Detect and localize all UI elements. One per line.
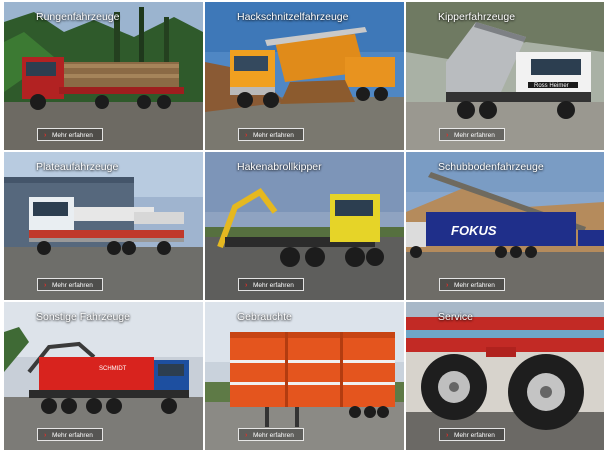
mehr-erfahren-button[interactable]: › Mehr erfahren bbox=[439, 278, 505, 291]
button-label: Mehr erfahren bbox=[253, 282, 294, 289]
body-lettering: SCHMIDT bbox=[99, 366, 127, 372]
mehr-erfahren-button[interactable]: › Mehr erfahren bbox=[238, 278, 304, 291]
chevron-right-icon: › bbox=[245, 282, 248, 289]
button-label: Mehr erfahren bbox=[454, 282, 495, 289]
button-label: Mehr erfahren bbox=[454, 432, 495, 439]
schubbodenfahrzeuge-photo: FOKUS bbox=[406, 152, 604, 300]
tile-schubbodenfahrzeuge[interactable]: FOKUS Schubbodenfahrzeuge › Mehr erfahren bbox=[406, 152, 604, 300]
button-label: Mehr erfahren bbox=[454, 132, 495, 139]
tile-title: Hakenabrollkipper bbox=[237, 161, 322, 173]
tile-title: Schubbodenfahrzeuge bbox=[438, 161, 544, 173]
tile-service[interactable]: Service › Mehr erfahren bbox=[406, 302, 604, 450]
tile-hakenabrollkipper[interactable]: Hakenabrollkipper › Mehr erfahren bbox=[205, 152, 404, 300]
mehr-erfahren-button[interactable]: › Mehr erfahren bbox=[439, 428, 505, 441]
chevron-right-icon: › bbox=[44, 432, 47, 439]
mehr-erfahren-button[interactable]: › Mehr erfahren bbox=[238, 428, 304, 441]
tile-sonstige-fahrzeuge[interactable]: SCHMIDT Sonstige Fahrzeuge › Mehr erfahre… bbox=[4, 302, 203, 450]
chevron-right-icon: › bbox=[44, 282, 47, 289]
sonstige-fahrzeuge-photo: SCHMIDT bbox=[4, 302, 203, 450]
mehr-erfahren-button[interactable]: › Mehr erfahren bbox=[37, 428, 103, 441]
tile-title: Plateaufahrzeuge bbox=[36, 161, 119, 173]
tile-kipperfahrzeuge[interactable]: Ross Heimer Kipperfahrzeuge › Mehr erfahr… bbox=[406, 2, 604, 150]
rungenfahrzeuge-photo bbox=[4, 2, 203, 150]
hakenabrollkipper-photo bbox=[205, 152, 404, 300]
cab-lettering: Ross Heimer bbox=[534, 83, 569, 89]
trailer-lettering: FOKUS bbox=[451, 223, 497, 238]
mehr-erfahren-button[interactable]: › Mehr erfahren bbox=[37, 128, 103, 141]
mehr-erfahren-button[interactable]: › Mehr erfahren bbox=[238, 128, 304, 141]
tile-title: Hackschnitzelfahrzeuge bbox=[237, 11, 349, 23]
tile-rungenfahrzeuge[interactable]: Rungenfahrzeuge › Mehr erfahren bbox=[4, 2, 203, 150]
tile-title: Rungenfahrzeuge bbox=[36, 11, 120, 23]
button-label: Mehr erfahren bbox=[52, 132, 93, 139]
tile-hackschnitzelfahrzeuge[interactable]: Hackschnitzelfahrzeuge › Mehr erfahren bbox=[205, 2, 404, 150]
button-label: Mehr erfahren bbox=[52, 432, 93, 439]
plateaufahrzeuge-photo bbox=[4, 152, 203, 300]
tile-title: Sonstige Fahrzeuge bbox=[36, 311, 130, 323]
mehr-erfahren-button[interactable]: › Mehr erfahren bbox=[439, 128, 505, 141]
vehicle-category-grid: Rungenfahrzeuge › Mehr erfahren Hackschni… bbox=[4, 2, 604, 450]
button-label: Mehr erfahren bbox=[253, 432, 294, 439]
hackschnitzelfahrzeuge-photo bbox=[205, 2, 404, 150]
tile-title: Gebrauchte bbox=[237, 311, 292, 323]
service-photo bbox=[406, 302, 604, 450]
tile-title: Kipperfahrzeuge bbox=[438, 11, 516, 23]
kipperfahrzeuge-photo: Ross Heimer bbox=[406, 2, 604, 150]
chevron-right-icon: › bbox=[446, 282, 449, 289]
chevron-right-icon: › bbox=[245, 132, 248, 139]
tile-title: Service bbox=[438, 311, 474, 323]
mehr-erfahren-button[interactable]: › Mehr erfahren bbox=[37, 278, 103, 291]
chevron-right-icon: › bbox=[44, 132, 47, 139]
tile-gebrauchte[interactable]: Gebrauchte › Mehr erfahren bbox=[205, 302, 404, 450]
button-label: Mehr erfahren bbox=[253, 132, 294, 139]
gebrauchte-photo bbox=[205, 302, 404, 450]
tile-plateaufahrzeuge[interactable]: Plateaufahrzeuge › Mehr erfahren bbox=[4, 152, 203, 300]
chevron-right-icon: › bbox=[446, 132, 449, 139]
chevron-right-icon: › bbox=[446, 432, 449, 439]
chevron-right-icon: › bbox=[245, 432, 248, 439]
button-label: Mehr erfahren bbox=[52, 282, 93, 289]
